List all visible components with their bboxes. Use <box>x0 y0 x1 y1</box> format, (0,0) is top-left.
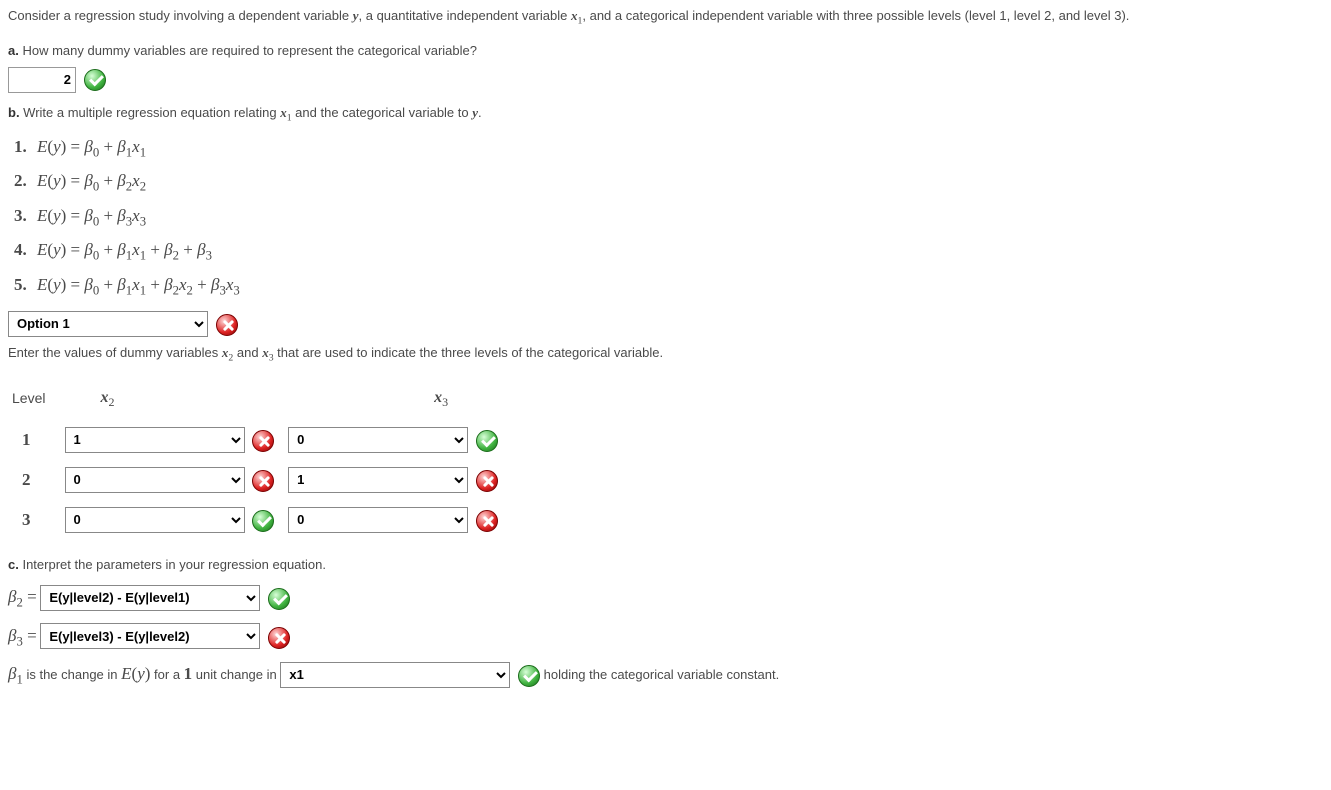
part-a: a. How many dummy variables are required… <box>8 41 1323 93</box>
cross-icon <box>476 510 498 532</box>
equation-option-4: 4. E(y) = β0 + β1x1 + β2 + β3 <box>14 237 1323 266</box>
beta1-suffix: holding the categorical variable constan… <box>544 667 780 682</box>
x3-level2-select[interactable]: 1 <box>288 467 468 493</box>
x3-level1-select[interactable]: 0 <box>288 427 468 453</box>
x2-level3-select[interactable]: 0 <box>65 507 245 533</box>
check-icon <box>252 510 274 532</box>
equation-option-3: 3. E(y) = β0 + β3x3 <box>14 203 1323 232</box>
part-b: b. Write a multiple regression equation … <box>8 103 1323 545</box>
x2-level2-select[interactable]: 0 <box>65 467 245 493</box>
equation-option-list: 1. E(y) = β0 + β1x1 2. E(y) = β0 + β2x2 … <box>14 134 1323 301</box>
table-row: 2 0 1 <box>8 465 508 495</box>
part-c-text: Interpret the parameters in your regress… <box>22 557 326 572</box>
part-b-label: b. <box>8 105 20 120</box>
table-row: 3 0 0 <box>8 505 508 535</box>
cross-icon <box>476 470 498 492</box>
x2-level1-select[interactable]: 1 <box>65 427 245 453</box>
dummy-table: Level x2 x3 1 1 0 2 0 1 <box>8 372 508 545</box>
beta1-var-select[interactable]: x1 <box>280 662 510 688</box>
x3-level3-select[interactable]: 0 <box>288 507 468 533</box>
beta2-row: β2 = E(y|level2) - E(y|level1) <box>8 584 1323 613</box>
cross-icon <box>268 627 290 649</box>
part-c-label: c. <box>8 557 19 572</box>
col-x3: x3 <box>284 382 508 415</box>
check-icon <box>476 430 498 452</box>
problem-intro: Consider a regression study involving a … <box>8 6 1323 29</box>
beta3-row: β3 = E(y|level3) - E(y|level2) <box>8 623 1323 652</box>
col-level: Level <box>8 382 61 415</box>
beta1-row: β1 is the change in E(y) for a 1 unit ch… <box>8 661 1323 690</box>
table-row: 1 1 0 <box>8 425 508 455</box>
beta2-select[interactable]: E(y|level2) - E(y|level1) <box>40 585 260 611</box>
col-x2: x2 <box>61 382 285 415</box>
part-a-text: How many dummy variables are required to… <box>22 43 477 58</box>
part-a-label: a. <box>8 43 19 58</box>
check-icon <box>268 588 290 610</box>
cross-icon <box>252 430 274 452</box>
dummy-count-input[interactable] <box>8 67 76 93</box>
equation-option-5: 5. E(y) = β0 + β1x1 + β2x2 + β3x3 <box>14 272 1323 301</box>
equation-select[interactable]: Option 1 <box>8 311 208 337</box>
check-icon <box>518 665 540 687</box>
equation-option-1: 1. E(y) = β0 + β1x1 <box>14 134 1323 163</box>
check-icon <box>84 69 106 91</box>
beta3-select[interactable]: E(y|level3) - E(y|level2) <box>40 623 260 649</box>
cross-icon <box>216 314 238 336</box>
equation-option-2: 2. E(y) = β0 + β2x2 <box>14 168 1323 197</box>
cross-icon <box>252 470 274 492</box>
part-c: c. Interpret the parameters in your regr… <box>8 555 1323 690</box>
dummy-prompt: Enter the values of dummy variables x2 a… <box>8 343 1323 366</box>
